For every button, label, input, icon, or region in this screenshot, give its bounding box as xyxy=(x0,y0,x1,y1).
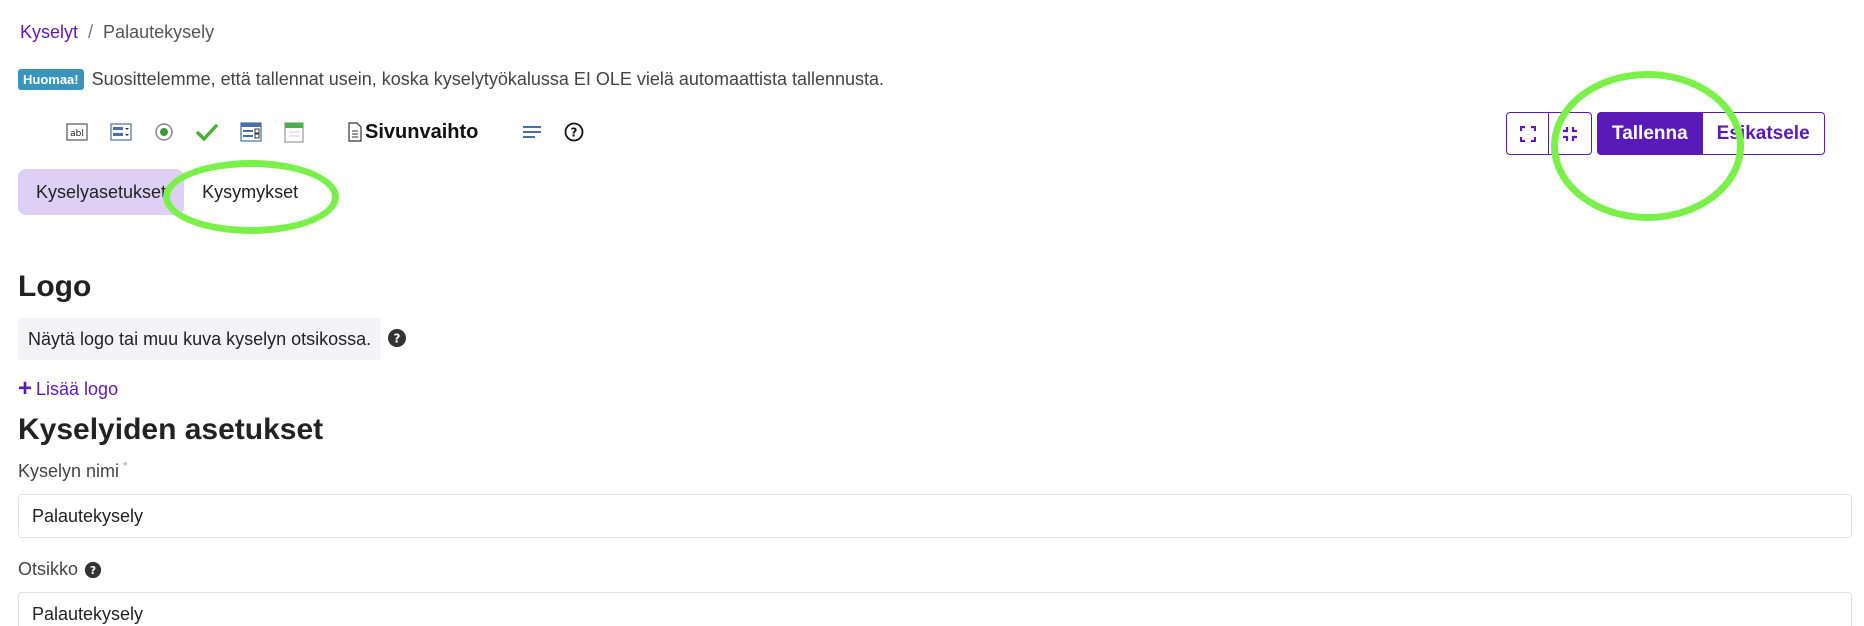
matrix-grid-icon[interactable] xyxy=(240,119,262,145)
heading-input[interactable] xyxy=(18,592,1852,626)
required-asterisk: * xyxy=(123,458,128,473)
notice-badge: Huomaa! xyxy=(18,69,84,90)
page-break-icon xyxy=(348,122,362,142)
collapse-icon[interactable] xyxy=(1549,112,1592,155)
question-toolbar: abl Sivunvaihto ? xyxy=(66,118,606,146)
help-icon[interactable]: ? xyxy=(564,119,584,145)
question-circle-icon[interactable]: ? xyxy=(387,328,407,353)
text-field-icon[interactable]: abl xyxy=(66,119,88,145)
checkmark-icon[interactable] xyxy=(196,119,218,145)
breadcrumb-separator: / xyxy=(88,22,94,42)
expand-icon[interactable] xyxy=(1506,112,1549,155)
autosave-notice: Huomaa! Suosittelemme, että tallennat us… xyxy=(18,69,884,90)
notice-text: Suosittelemme, että tallennat usein, kos… xyxy=(91,69,885,89)
breadcrumb-current-page: Palautekysely xyxy=(103,22,215,42)
survey-name-label-text: Kyselyn nimi xyxy=(18,461,120,481)
survey-name-input[interactable] xyxy=(18,494,1852,538)
save-button[interactable]: Tallenna xyxy=(1597,112,1703,155)
breadcrumb-kyselyt-link[interactable]: Kyselyt xyxy=(20,22,78,43)
breadcrumb: Kyselyt / Palautekysely xyxy=(20,22,214,43)
view-controls: Tallenna Esikatsele xyxy=(1506,112,1825,155)
save-preview-group: Tallenna Esikatsele xyxy=(1597,112,1825,155)
survey-name-label: Kyselyn nimi * xyxy=(18,458,128,482)
text-label-icon[interactable] xyxy=(522,119,542,145)
svg-text:?: ? xyxy=(394,332,401,346)
svg-text:?: ? xyxy=(90,564,96,577)
preview-button[interactable]: Esikatsele xyxy=(1702,112,1825,155)
dropdown-select-icon[interactable] xyxy=(110,119,132,145)
add-logo-link[interactable]: + Lisää logo xyxy=(18,377,118,401)
tab-survey-settings[interactable]: Kyselyasetukset xyxy=(18,169,185,215)
heading-label-text: Otsikko xyxy=(18,559,79,579)
logo-help-text: Näytä logo tai muu kuva kyselyn otsikoss… xyxy=(18,318,382,360)
page-break-button[interactable]: Sivunvaihto xyxy=(348,119,478,145)
logo-heading: Logo xyxy=(18,270,92,303)
date-calendar-icon[interactable] xyxy=(284,119,304,145)
page-break-label: Sivunvaihto xyxy=(365,120,479,143)
svg-text:abl: abl xyxy=(70,129,84,139)
heading-label: Otsikko ? xyxy=(18,559,102,580)
tab-questions[interactable]: Kysymykset xyxy=(184,169,316,215)
radio-button-icon[interactable] xyxy=(154,119,174,145)
plus-icon: + xyxy=(18,375,33,402)
svg-text:?: ? xyxy=(571,126,578,140)
heading-help-icon[interactable]: ? xyxy=(84,561,102,579)
settings-tabs: Kyselyasetukset Kysymykset xyxy=(18,169,316,215)
survey-settings-heading: Kyselyiden asetukset xyxy=(18,413,324,446)
add-logo-label: Lisää logo xyxy=(36,378,119,399)
